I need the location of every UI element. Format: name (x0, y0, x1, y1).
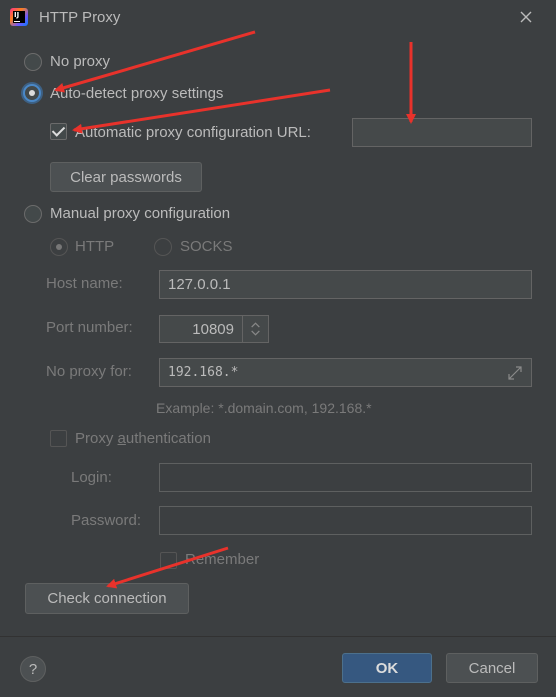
manual-proxy-radio[interactable] (24, 205, 42, 223)
auto-detect-label[interactable]: Auto-detect proxy settings (50, 85, 223, 102)
intellij-app-icon: IJ (10, 8, 28, 26)
auto-detect-radio[interactable] (23, 84, 41, 102)
port-number-label: Port number: (46, 319, 133, 336)
proxy-auth-checkbox[interactable] (50, 430, 67, 447)
no-proxy-label[interactable]: No proxy (50, 53, 110, 70)
no-proxy-for-input[interactable]: 192.168.* (159, 358, 532, 387)
host-name-input[interactable]: 127.0.0.1 (159, 270, 532, 299)
pac-url-checkbox[interactable] (50, 123, 67, 140)
socks-label[interactable]: SOCKS (180, 238, 233, 255)
login-input[interactable] (159, 463, 532, 492)
password-label: Password: (71, 512, 142, 529)
pac-url-label[interactable]: Automatic proxy configuration URL: (75, 124, 311, 141)
remember-label[interactable]: Remember (185, 551, 259, 568)
expand-icon[interactable] (506, 364, 524, 382)
password-input[interactable] (159, 506, 532, 535)
window-title: HTTP Proxy (39, 9, 121, 26)
http-label[interactable]: HTTP (75, 238, 114, 255)
pac-url-input[interactable] (352, 118, 532, 147)
check-connection-button[interactable]: Check connection (25, 583, 189, 614)
http-radio[interactable] (50, 238, 68, 256)
remember-checkbox[interactable] (160, 552, 177, 569)
close-icon[interactable] (518, 9, 534, 25)
title-bar: IJ HTTP Proxy (0, 0, 556, 38)
login-label: Login: (71, 469, 112, 486)
footer-divider (0, 636, 556, 637)
port-spinner-icon[interactable] (242, 316, 268, 342)
socks-radio[interactable] (154, 238, 172, 256)
host-name-label: Host name: (46, 275, 123, 292)
proxy-auth-label[interactable]: Proxy authentication (75, 430, 211, 447)
no-proxy-radio[interactable] (24, 53, 42, 71)
ok-button[interactable]: OK (342, 653, 432, 683)
manual-proxy-label[interactable]: Manual proxy configuration (50, 205, 230, 222)
no-proxy-for-label: No proxy for: (46, 363, 132, 380)
cancel-button[interactable]: Cancel (446, 653, 538, 683)
no-proxy-example: Example: *.domain.com, 192.168.* (156, 400, 372, 416)
help-button[interactable]: ? (20, 656, 46, 682)
clear-passwords-button[interactable]: Clear passwords (50, 162, 202, 192)
